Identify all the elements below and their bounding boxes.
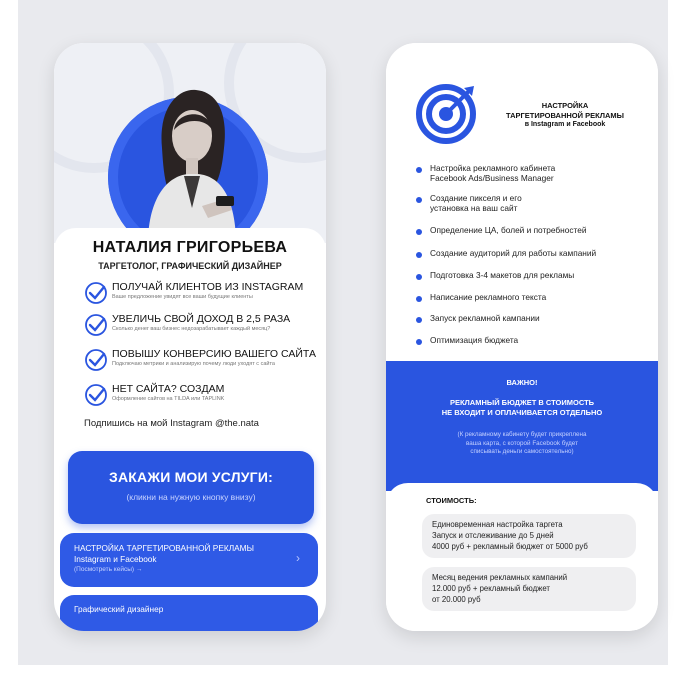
profile-name: НАТАЛИЯ ГРИГОРЬЕВА: [92, 239, 288, 256]
notice-note: (К рекламному кабинету будет прикреплена…: [457, 431, 587, 455]
price-line: Единовременная настройка таргета: [432, 520, 563, 529]
screenshot-canvas: НАТАЛИЯ ГРИГОРЬЕВА ТАРГЕТОЛОГ, ГРАФИЧЕСК…: [18, 0, 668, 665]
benefit-subtitle: Ваше предложение увидят все ваши будущие…: [112, 294, 253, 300]
check-circle-icon: [85, 349, 107, 371]
service-title: НАСТРОЙКА ТАРГЕТИРОВАННОЙ РЕКЛАМЫ в Inst…: [490, 101, 640, 130]
bullet-dot-icon: [416, 197, 422, 203]
target-icon: [416, 84, 476, 144]
list-item-text: Запуск рекламной кампании: [430, 313, 540, 323]
benefit-subtitle: Подключаю метрики и анализирую почему лю…: [112, 361, 275, 367]
price-line: 12.000 руб + рекламный бюджет: [432, 584, 551, 593]
list-item-text: Настройка рекламного кабинета Facebook Ad…: [430, 163, 556, 183]
pricing-label: СТОИМОСТЬ:: [426, 496, 477, 505]
notice-title: ВАЖНО!: [506, 378, 538, 387]
avatar-portrait: [148, 89, 236, 238]
targeted-ads-service-button[interactable]: НАСТРОЙКА ТАРГЕТИРОВАННОЙ РЕКЛАМЫ Instag…: [60, 533, 318, 587]
price-option: Единовременная настройка таргета Запуск …: [422, 514, 636, 558]
phone-mockup-service: НАСТРОЙКА ТАРГЕТИРОВАННОЙ РЕКЛАМЫ в Inst…: [386, 43, 658, 631]
benefit-subtitle: Оформление сайтов на TILDA или TAPLINK: [112, 396, 225, 402]
cta-title: ЗАКАЖИ МОИ УСЛУГИ:: [109, 469, 273, 485]
list-item-text: Написание рекламного текста: [430, 292, 547, 302]
list-item-text: Оптимизация бюджета: [430, 335, 519, 345]
service-platforms: Instagram и Facebook: [74, 554, 157, 564]
bullet-dot-icon: [416, 274, 422, 280]
price-option: Месяц ведения рекламных кампаний 12.000 …: [422, 567, 636, 611]
bullet-dot-icon: [416, 317, 422, 323]
benefit-item: НЕТ САЙТА? СОЗДАМ Оформление сайтов на T…: [84, 383, 314, 411]
benefit-subtitle: Сколько денег ваш бизнес недозарабатывае…: [112, 326, 271, 332]
price-line: Запуск и отслеживание до 5 дней: [432, 531, 554, 540]
list-item: Настройка рекламного кабинета Facebook Ad…: [416, 163, 646, 185]
benefit-title: ПОЛУЧАЙ КЛИЕНТОВ ИЗ INSTAGRAM: [112, 281, 304, 293]
cta-subtitle: (кликни на нужную кнопку внизу): [126, 492, 256, 502]
list-item-text: Создание аудиторий для работы кампаний: [430, 248, 597, 258]
bullet-dot-icon: [416, 167, 422, 173]
price-line: 4000 руб + рекламный бюджет от 5000 руб: [432, 542, 588, 551]
benefit-title: НЕТ САЙТА? СОЗДАМ: [112, 383, 225, 395]
price-line: Месяц ведения рекламных кампаний: [432, 573, 568, 582]
graphic-design-service-button[interactable]: Графический дизайнер: [60, 595, 318, 631]
profile-role: ТАРГЕТОЛОГ, ГРАФИЧЕСКИЙ ДИЗАЙНЕР: [98, 261, 282, 271]
benefit-title: УВЕЛИЧЬ СВОЙ ДОХОД В 2,5 РАЗА: [112, 313, 291, 325]
chevron-right-icon: ›: [296, 551, 300, 565]
view-cases-link: (Посмотреть кейсы) →: [74, 566, 143, 573]
bullet-dot-icon: [416, 339, 422, 345]
list-item-text: Создание пикселя и его установка на ваш с…: [430, 193, 522, 213]
list-item-text: Подготовка 3-4 макетов для рекламы: [430, 270, 575, 280]
benefit-item: ПОЛУЧАЙ КЛИЕНТОВ ИЗ INSTAGRAM Ваше предл…: [84, 281, 314, 311]
bullet-dot-icon: [416, 252, 422, 258]
benefit-item: ПОВЫШУ КОНВЕРСИЮ ВАШЕГО САЙТА Подключаю …: [84, 348, 316, 378]
title-line: НАСТРОЙКА: [541, 101, 589, 110]
bullet-dot-icon: [416, 296, 422, 302]
list-item: Создание пикселя и его установка на ваш с…: [416, 193, 646, 215]
service-title: НАСТРОЙКА ТАРГЕТИРОВАННОЙ РЕКЛАМЫ: [74, 543, 254, 553]
notice-text: РЕКЛАМНЫЙ БЮДЖЕТ В СТОИМОСТЬ НЕ ВХОДИТ И…: [441, 398, 603, 417]
bullet-dot-icon: [416, 229, 422, 235]
instagram-subscribe-link[interactable]: Подпишись на мой Instagram @the.nata: [84, 418, 259, 429]
benefit-title: ПОВЫШУ КОНВЕРСИЮ ВАШЕГО САЙТА: [112, 348, 316, 360]
benefit-item: УВЕЛИЧЬ СВОЙ ДОХОД В 2,5 РАЗА Сколько де…: [84, 313, 314, 343]
price-line: от 20.000 руб: [432, 595, 481, 604]
important-notice: ВАЖНО! РЕКЛАМНЫЙ БЮДЖЕТ В СТОИМОСТЬ НЕ В…: [386, 361, 658, 491]
check-circle-icon: [85, 314, 107, 336]
check-circle-icon: [85, 384, 107, 406]
list-item-text: Определение ЦА, болей и потребностей: [430, 225, 587, 235]
hero-background: [54, 43, 326, 257]
title-line: в Instagram и Facebook: [524, 121, 606, 128]
service-title: Графический дизайнер: [74, 604, 164, 614]
pricing-card: СТОИМОСТЬ: Единовременная настройка тарг…: [386, 483, 658, 631]
phone-mockup-profile: НАТАЛИЯ ГРИГОРЬЕВА ТАРГЕТОЛОГ, ГРАФИЧЕСК…: [54, 43, 326, 631]
title-line: ТАРГЕТИРОВАННОЙ РЕКЛАМЫ: [506, 110, 624, 120]
order-services-banner[interactable]: ЗАКАЖИ МОИ УСЛУГИ: (кликни на нужную кно…: [68, 451, 314, 524]
check-circle-icon: [85, 282, 107, 304]
